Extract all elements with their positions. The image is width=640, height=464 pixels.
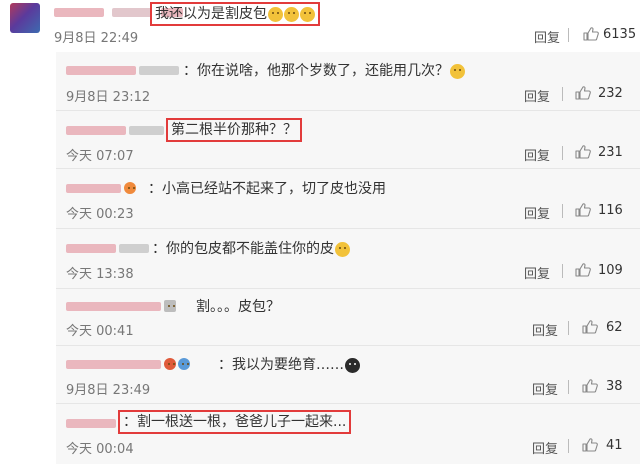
comment-text: ：割一根送一根，爸爸儿子一起来...	[118, 410, 352, 434]
emoji-icon	[300, 6, 315, 22]
thumbs-up-icon[interactable]	[582, 320, 598, 334]
reply-button[interactable]: 回复	[524, 203, 550, 222]
thumbs-up-icon[interactable]	[582, 438, 598, 452]
thumbs-up-icon[interactable]	[575, 86, 591, 100]
username-blurred[interactable]	[66, 62, 179, 78]
divider	[56, 288, 640, 289]
comment-time: 9月8日 22:49	[54, 31, 139, 46]
username-blurred[interactable]	[66, 240, 149, 256]
thumbs-up-icon[interactable]	[575, 203, 591, 217]
divider	[568, 380, 569, 394]
reply-button[interactable]: 回复	[534, 27, 560, 46]
like-count: 232	[598, 86, 623, 101]
reply-button[interactable]: 回复	[524, 263, 550, 282]
divider	[568, 28, 569, 42]
comment-text: 割。。。皮包？	[196, 299, 280, 315]
reply-button[interactable]: 回复	[532, 320, 558, 339]
reply-button[interactable]: 回复	[532, 438, 558, 457]
username-blurred[interactable]	[66, 122, 164, 138]
highlighted-reply-text: ：割一根送一根，爸爸儿子一起来...	[118, 410, 352, 434]
thumbs-up-icon[interactable]	[583, 27, 599, 41]
comment-text: ：你在说啥，他那个岁数了，还能用几次？	[183, 60, 465, 80]
reply-button[interactable]: 回复	[524, 145, 550, 164]
divider	[568, 321, 569, 335]
badge-icon	[178, 358, 190, 370]
divider	[562, 204, 563, 218]
like-count: 116	[598, 203, 623, 218]
thumbs-up-icon[interactable]	[575, 263, 591, 277]
divider	[56, 168, 640, 169]
comment-text: 我还以为是割皮包	[155, 6, 267, 22]
username-blurred[interactable]	[66, 180, 136, 196]
like-count: 38	[606, 379, 623, 394]
divider	[562, 146, 563, 160]
comment-time: 今天 00:41	[66, 324, 134, 339]
comment-time: 9月8日 23:12	[66, 90, 151, 105]
highlighted-reply-text: 第二根半价那种？？	[166, 118, 302, 142]
comment-time: 今天 00:04	[66, 442, 134, 457]
avatar[interactable]	[10, 3, 40, 33]
comment-text: ：你的包皮都不能盖住你的皮	[152, 238, 350, 258]
like-count: 231	[598, 145, 623, 160]
badge-icon	[164, 358, 176, 370]
badge-icon	[124, 182, 136, 194]
emoji-icon	[335, 241, 350, 257]
emoji-icon	[345, 357, 360, 373]
comment-text: ：我以为要绝育……	[218, 354, 360, 374]
divider	[56, 110, 640, 111]
comment-text: 第二根半价那种？？	[166, 118, 302, 142]
username-blurred[interactable]	[66, 298, 176, 314]
emoji-icon	[284, 6, 299, 22]
divider	[56, 403, 640, 404]
reply-button[interactable]: 回复	[524, 86, 550, 105]
like-count: 6135	[603, 27, 637, 42]
divider	[562, 264, 563, 278]
comment-time: 今天 00:23	[66, 207, 134, 222]
emoji-icon	[268, 6, 283, 22]
divider	[562, 87, 563, 101]
thumbs-up-icon[interactable]	[582, 379, 598, 393]
comment-text: ：小高已经站不起来了，切了皮也没用	[148, 181, 386, 197]
top-comment: 我还以为是割皮包 9月8日 22:49 回复 6135	[0, 0, 640, 52]
badge-icon	[164, 300, 176, 312]
highlighted-comment-text: 我还以为是割皮包	[150, 2, 320, 26]
like-count: 41	[606, 438, 623, 453]
reply-text: ：你的包皮都不能盖住你的皮	[152, 241, 334, 257]
comment-time: 9月8日 23:49	[66, 383, 151, 398]
comment-time: 今天 07:07	[66, 149, 134, 164]
divider	[56, 228, 640, 229]
emoji-icon	[450, 63, 465, 79]
like-count: 62	[606, 320, 623, 335]
reply-text: ：你在说啥，他那个岁数了，还能用几次？	[183, 63, 449, 79]
reply-text: ：我以为要绝育……	[218, 357, 344, 373]
comment-time: 今天 13:38	[66, 267, 134, 282]
divider	[56, 345, 640, 346]
like-count: 109	[598, 263, 623, 278]
username-blurred[interactable]	[66, 356, 190, 372]
thumbs-up-icon[interactable]	[575, 145, 591, 159]
username-blurred[interactable]	[66, 415, 116, 431]
divider	[568, 439, 569, 453]
reply-button[interactable]: 回复	[532, 379, 558, 398]
